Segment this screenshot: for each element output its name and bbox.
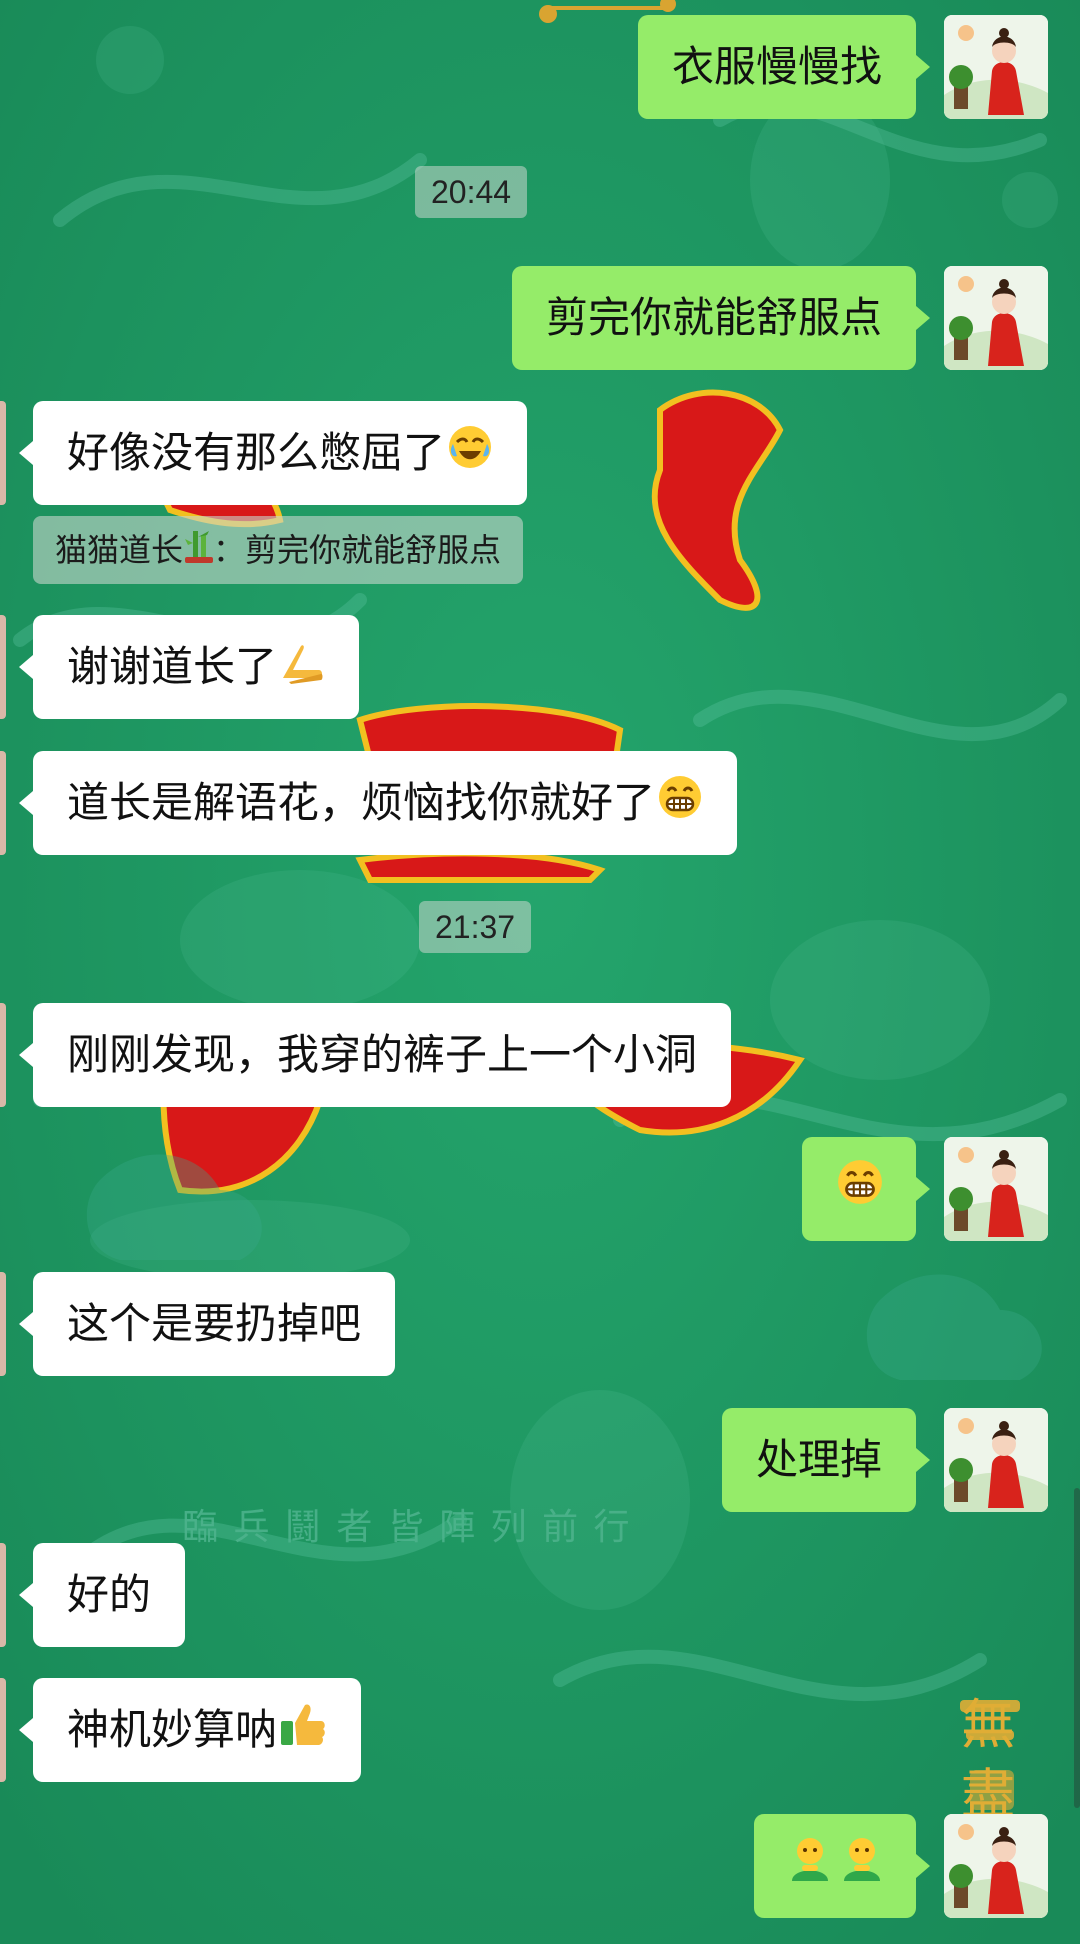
contact-avatar[interactable] xyxy=(0,615,6,719)
background-motto: 臨 兵 鬪 者 皆 陣 列 前 行 xyxy=(182,1507,632,1548)
grinning-emoji-icon xyxy=(657,754,703,858)
user-avatar[interactable] xyxy=(944,1137,1048,1241)
message-text: 剪完你就能舒服点 xyxy=(545,293,882,342)
incoming-message-bubble[interactable]: 好像没有那么憋屈了 xyxy=(18,401,528,508)
incoming-message-bubble[interactable]: 神机妙算呐 xyxy=(18,1678,362,1785)
thumbs-up-emoji-icon xyxy=(279,1681,327,1785)
grinning-emoji-icon xyxy=(836,1140,884,1244)
two-people-emoji-icon xyxy=(786,1817,886,1921)
message-text: 谢谢道长了 xyxy=(67,642,278,691)
user-avatar[interactable] xyxy=(944,1814,1048,1918)
crying-laughing-emoji-icon xyxy=(447,404,493,508)
outgoing-message-bubble[interactable]: 处理掉 xyxy=(721,1408,931,1512)
avatar-image-icon xyxy=(944,266,1048,370)
background-corner-text: 無盡 xyxy=(961,1693,1015,1826)
avatar-image-icon xyxy=(944,1814,1048,1918)
message-text: 刚刚发现，我穿的裤子上一个小洞 xyxy=(67,1030,698,1079)
quote-author: 猫猫道长 xyxy=(55,531,184,569)
contact-avatar[interactable] xyxy=(0,1272,6,1376)
avatar-image-icon xyxy=(944,15,1048,119)
message-text: 处理掉 xyxy=(755,1435,882,1484)
chat-layer: 臨 兵 鬪 者 皆 陣 列 前 行 無盡 衣服慢慢找 20:44 剪完你就能舒服… xyxy=(0,0,1080,1944)
contact-avatar[interactable] xyxy=(0,1543,6,1647)
quoted-reply[interactable]: 猫猫道长 ：剪完你就能舒服点 xyxy=(33,516,524,586)
timestamp: 20:44 xyxy=(415,166,528,218)
outgoing-message-bubble[interactable]: 剪完你就能舒服点 xyxy=(511,266,931,370)
bamboo-emoji-icon xyxy=(185,518,214,586)
contact-avatar[interactable] xyxy=(0,751,6,855)
outgoing-message-bubble[interactable] xyxy=(802,1137,930,1244)
contact-avatar[interactable] xyxy=(0,1003,6,1107)
avatar-image-icon xyxy=(944,1137,1048,1241)
user-avatar[interactable] xyxy=(944,266,1048,370)
incoming-message-bubble[interactable]: 这个是要扔掉吧 xyxy=(18,1272,396,1376)
message-text: 衣服慢慢找 xyxy=(671,42,882,91)
incoming-message-bubble[interactable]: 好的 xyxy=(18,1543,186,1647)
message-text: 道长是解语花，烦恼找你就好了 xyxy=(67,778,656,827)
message-text: 好像没有那么憋屈了 xyxy=(67,428,446,477)
outgoing-message-bubble[interactable] xyxy=(754,1814,930,1921)
quote-text: ：剪完你就能舒服点 xyxy=(213,531,502,569)
outgoing-message-bubble[interactable]: 衣服慢慢找 xyxy=(637,15,931,119)
praying-hands-emoji-icon xyxy=(279,618,325,722)
timestamp: 21:37 xyxy=(419,901,532,953)
message-text: 好的 xyxy=(67,1570,152,1619)
incoming-message-bubble[interactable]: 谢谢道长了 xyxy=(18,615,360,722)
user-avatar[interactable] xyxy=(944,1408,1048,1512)
message-text: 神机妙算呐 xyxy=(67,1705,278,1754)
incoming-message-bubble[interactable]: 道长是解语花，烦恼找你就好了 xyxy=(18,751,738,858)
contact-avatar[interactable] xyxy=(0,1678,6,1782)
message-text: 这个是要扔掉吧 xyxy=(67,1299,362,1348)
contact-avatar[interactable] xyxy=(0,401,6,505)
avatar-image-icon xyxy=(944,1408,1048,1512)
incoming-message-bubble[interactable]: 刚刚发现，我穿的裤子上一个小洞 xyxy=(18,1003,732,1107)
scrollbar[interactable] xyxy=(1074,1488,1080,1808)
user-avatar[interactable] xyxy=(944,15,1048,119)
